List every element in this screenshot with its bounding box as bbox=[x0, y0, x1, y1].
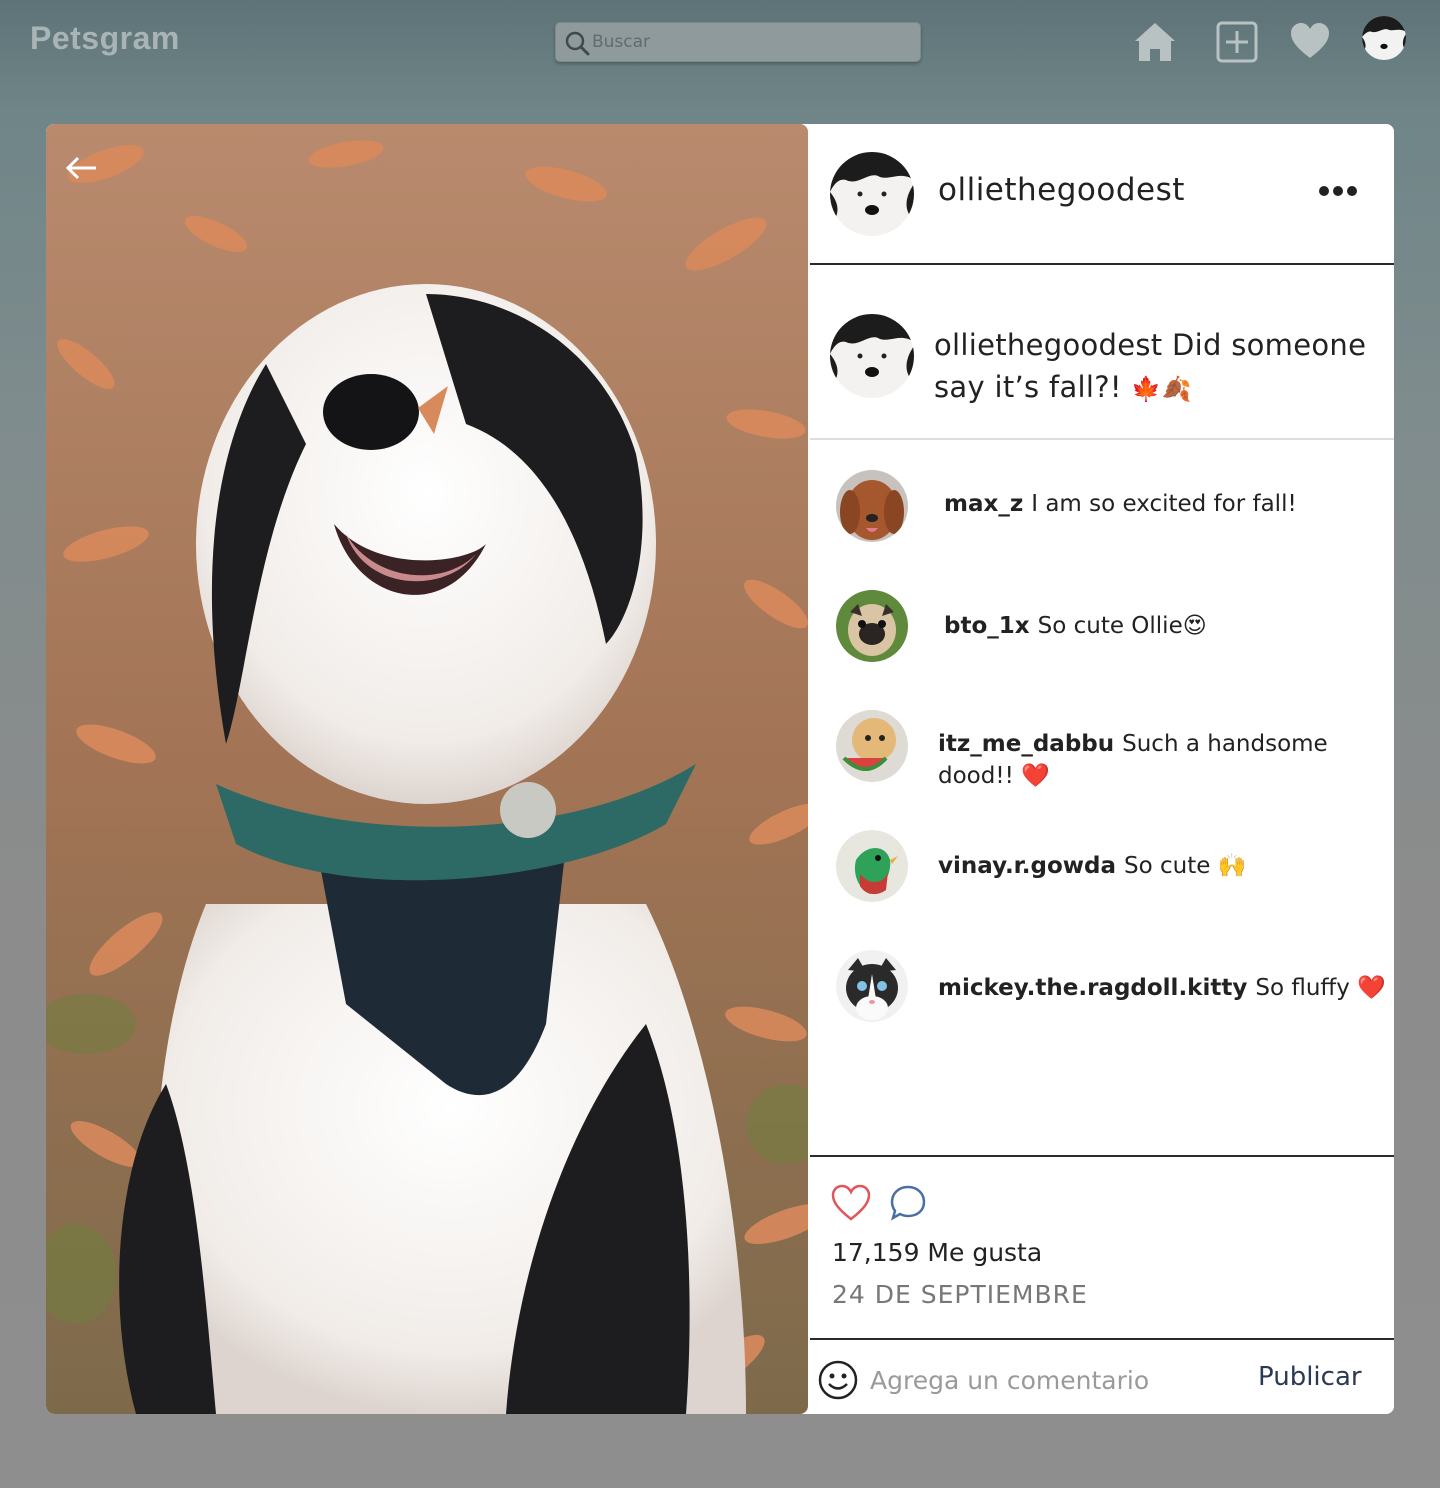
comment-body: So cute bbox=[1123, 853, 1211, 879]
heart-icon[interactable] bbox=[1289, 22, 1331, 60]
search-icon bbox=[565, 31, 590, 56]
comment-username[interactable]: max_z bbox=[944, 491, 1023, 517]
profile-avatar[interactable] bbox=[1362, 16, 1406, 60]
comment-body: So cute Ollie bbox=[1037, 613, 1183, 639]
post-details-panel: olliethegoodest olliethegoodest Did some… bbox=[810, 124, 1394, 1414]
back-arrow-icon[interactable] bbox=[64, 154, 98, 182]
comment-bubble-icon[interactable] bbox=[888, 1184, 928, 1222]
comment-username[interactable]: mickey.the.ragdoll.kitty bbox=[938, 975, 1247, 1001]
commenter-avatar[interactable] bbox=[836, 830, 908, 902]
add-post-icon[interactable] bbox=[1215, 20, 1259, 64]
caption-avatar[interactable] bbox=[830, 314, 914, 398]
emoji-picker-icon[interactable] bbox=[818, 1360, 858, 1400]
author-username[interactable]: olliethegoodest bbox=[938, 172, 1185, 208]
caption-emoji: 🍁🍂 bbox=[1131, 375, 1192, 403]
commenter-avatar[interactable] bbox=[836, 470, 908, 542]
search-bar[interactable] bbox=[555, 22, 921, 62]
post-caption: olliethegoodest Did someone say it’s fal… bbox=[934, 324, 1384, 410]
app-logo[interactable]: Petsgram bbox=[30, 20, 180, 57]
commenter-avatar[interactable] bbox=[836, 950, 908, 1022]
comment-emoji: ❤️ bbox=[1021, 763, 1050, 789]
like-heart-icon[interactable] bbox=[830, 1184, 872, 1222]
post-modal: olliethegoodest olliethegoodest Did some… bbox=[46, 124, 1394, 1414]
comment-text: max_z I am so excited for fall! bbox=[944, 488, 1384, 520]
header-divider bbox=[810, 263, 1394, 265]
likes-count[interactable]: 17,159 Me gusta bbox=[832, 1238, 1042, 1267]
comment-body: So fluffy bbox=[1255, 975, 1350, 1001]
comment-emoji: 😍 bbox=[1182, 613, 1207, 639]
comment-text: mickey.the.ragdoll.kitty So fluffy ❤️ bbox=[938, 972, 1390, 1004]
publish-button[interactable]: Publicar bbox=[1258, 1362, 1362, 1392]
comment-input[interactable] bbox=[870, 1360, 1230, 1400]
comment-text: vinay.r.gowda So cute 🙌 bbox=[938, 850, 1378, 882]
comment-text: itz_me_dabbu Such a handsome dood!! ❤️ bbox=[938, 728, 1358, 792]
search-input[interactable] bbox=[592, 23, 892, 61]
post-date: 24 DE SEPTIEMBRE bbox=[832, 1280, 1088, 1309]
composer-divider bbox=[810, 1338, 1394, 1340]
commenter-avatar[interactable] bbox=[836, 590, 908, 662]
comment-body: I am so excited for fall! bbox=[1031, 491, 1297, 517]
caption-username[interactable]: olliethegoodest bbox=[934, 328, 1162, 362]
commenter-avatar[interactable] bbox=[836, 710, 908, 782]
comment-username[interactable]: bto_1x bbox=[944, 613, 1030, 639]
comment-username[interactable]: itz_me_dabbu bbox=[938, 731, 1114, 757]
comment-username[interactable]: vinay.r.gowda bbox=[938, 853, 1116, 879]
caption-divider bbox=[810, 438, 1394, 440]
more-options-icon[interactable] bbox=[1318, 184, 1358, 198]
home-icon[interactable] bbox=[1132, 20, 1178, 64]
post-photo bbox=[46, 124, 808, 1414]
comment-text: bto_1x So cute Ollie😍 bbox=[944, 610, 1384, 642]
comments-divider bbox=[810, 1155, 1394, 1157]
comment-emoji: 🙌 bbox=[1217, 853, 1247, 879]
author-avatar[interactable] bbox=[830, 152, 914, 236]
comment-emoji: ❤️ bbox=[1357, 975, 1386, 1001]
